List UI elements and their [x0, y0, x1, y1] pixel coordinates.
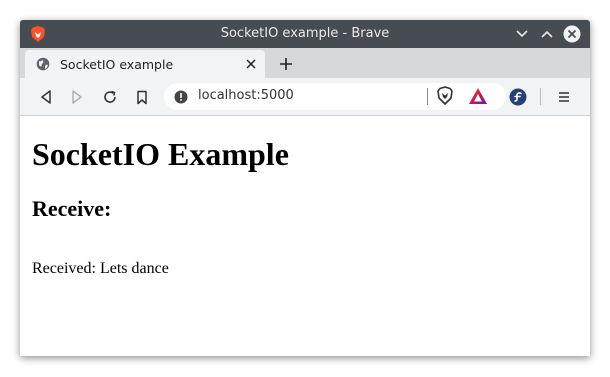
- toolbar-divider: [540, 88, 541, 105]
- tab-strip: SocketIO example: [20, 48, 590, 78]
- page-heading: SocketIO Example: [32, 136, 289, 172]
- menu-icon: [559, 92, 569, 102]
- received-message: Received: Lets dance: [32, 260, 169, 278]
- new-tab-button[interactable]: [275, 53, 297, 75]
- received-label: Received:: [32, 260, 96, 277]
- reload-icon: [104, 90, 116, 103]
- fedora-extension-icon: [509, 88, 527, 106]
- close-icon: [563, 25, 581, 43]
- url-text[interactable]: localhost:5000: [198, 88, 294, 103]
- close-window-button[interactable]: [562, 24, 582, 44]
- title-bar[interactable]: SocketIO example - Brave: [20, 20, 590, 48]
- browser-window: SocketIO example - Brave SocketIO exampl…: [20, 20, 590, 356]
- received-text: Lets dance: [99, 260, 169, 277]
- tab-close-button[interactable]: [243, 56, 259, 72]
- tab-title: SocketIO example: [60, 57, 174, 72]
- address-bar-divider: [427, 88, 428, 105]
- page-subheading: Receive:: [32, 196, 112, 221]
- maximize-button[interactable]: [537, 24, 557, 44]
- navigation-toolbar: localhost:5000: [20, 78, 590, 116]
- forward-icon: [72, 90, 82, 104]
- plus-icon: [280, 58, 292, 70]
- bookmark-button[interactable]: [132, 87, 152, 107]
- chevron-up-icon: [541, 30, 553, 38]
- minimize-button[interactable]: [512, 24, 532, 44]
- back-button[interactable]: [36, 87, 56, 107]
- menu-button[interactable]: [554, 87, 574, 107]
- window-title: SocketIO example - Brave: [220, 26, 390, 41]
- page-content: SocketIO Example Receive: Received: Lets…: [20, 116, 590, 356]
- info-icon[interactable]: [174, 90, 188, 104]
- back-icon: [41, 90, 51, 104]
- globe-icon: [36, 57, 50, 71]
- extension-button[interactable]: [508, 87, 528, 107]
- tab-socketio-example[interactable]: SocketIO example: [25, 50, 265, 78]
- forward-button[interactable]: [67, 87, 87, 107]
- reload-button[interactable]: [100, 87, 120, 107]
- address-bar[interactable]: localhost:5000: [164, 83, 506, 110]
- brave-shields-icon[interactable]: [437, 86, 453, 106]
- brave-rewards-icon[interactable]: [468, 87, 488, 105]
- bookmark-icon: [137, 90, 147, 104]
- chevron-down-icon: [516, 30, 528, 38]
- tab-close-icon: [246, 59, 256, 69]
